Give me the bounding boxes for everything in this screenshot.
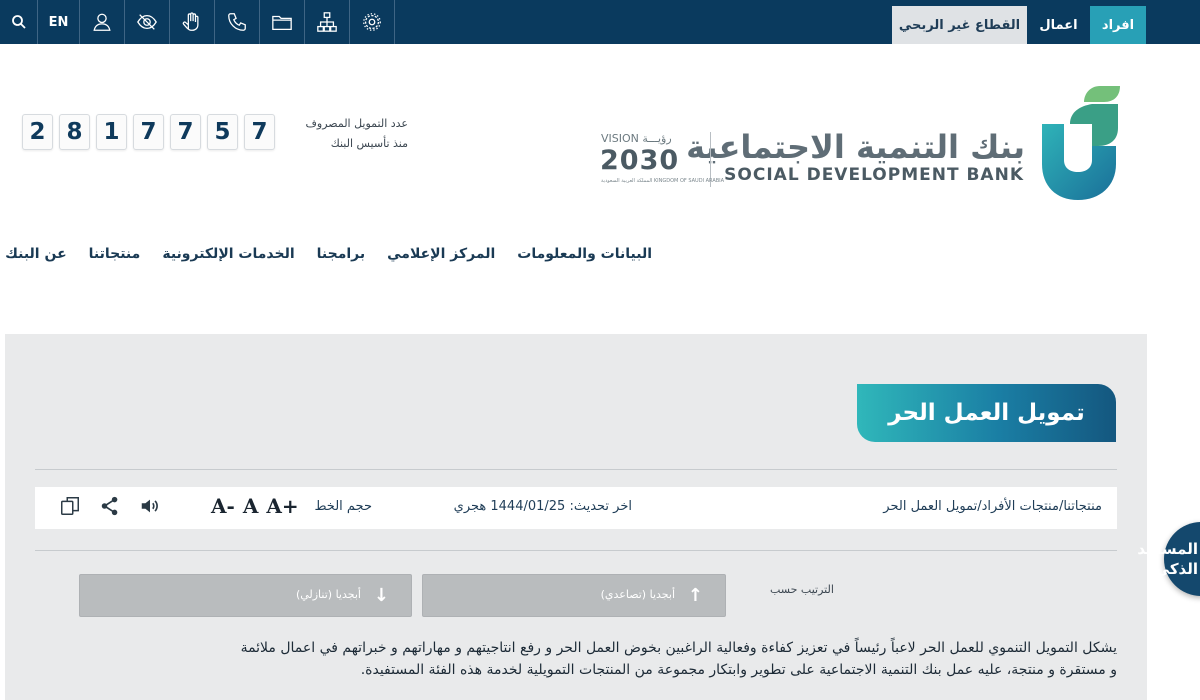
counter-label-line1: عدد التمويل المصروف <box>305 117 408 130</box>
smart-assistant-button[interactable]: المساعد الذكي <box>1137 522 1200 596</box>
divider-bottom <box>35 550 1117 551</box>
page: EN افراد اعمال القطاع غير الربحي بنك الت… <box>0 0 1200 700</box>
assistant-label-line2: الذكي <box>1154 560 1198 578</box>
counter-label-line2: منذ تأسيس البنك <box>330 137 408 150</box>
nav-item-data-info[interactable]: البيانات والمعلومات <box>517 246 652 262</box>
sort-ascending-label: أبجديا (تصاعدي) <box>600 588 675 601</box>
counter-digit: 2 <box>22 114 53 150</box>
listen-button[interactable] <box>139 495 163 519</box>
font-size-label: حجم الخط <box>314 499 372 514</box>
counter-digit: 7 <box>133 114 164 150</box>
paragraph-line: يشكل التمويل التنموي للعمل الحر لاعباً ر… <box>240 640 1117 656</box>
counter-digit: 8 <box>59 114 90 150</box>
sitemap-button[interactable] <box>305 0 350 44</box>
tab-individuals[interactable]: افراد <box>1090 6 1146 44</box>
financing-counter: 2 8 1 7 7 5 7 <box>22 114 275 150</box>
phone-icon <box>228 13 246 31</box>
eye-slash-icon <box>137 14 157 30</box>
font-size-controls: A- A A+ <box>211 494 299 518</box>
bank-name-arabic: بنك التنمية الاجتماعية <box>686 128 1026 166</box>
sign-language-button[interactable] <box>170 0 215 44</box>
vision-subtitle: المملكة العربية السعودية KINGDOM OF SAUD… <box>601 178 725 184</box>
nav-item-e-services[interactable]: الخدمات الإلكترونية <box>162 246 294 262</box>
copy-button[interactable] <box>59 495 83 519</box>
divider-top <box>35 469 1117 470</box>
sign-language-icon <box>182 12 199 31</box>
font-decrease-button[interactable]: A- <box>211 494 235 518</box>
user-icon <box>93 13 111 31</box>
tab-nonprofit[interactable]: القطاع غير الربحي <box>892 6 1027 44</box>
search-icon <box>11 15 26 29</box>
intro-paragraph: يشكل التمويل التنموي للعمل الحر لاعباً ر… <box>35 637 1117 681</box>
counter-digit: 7 <box>244 114 275 150</box>
sort-descending-button[interactable]: ↓ أبجديا (تنازلي) <box>79 574 412 617</box>
vision-2030-logo: VISION رؤيـــة 2030 المملكة العربية السع… <box>597 130 724 190</box>
top-bar: EN افراد اعمال القطاع غير الربحي <box>0 0 1200 44</box>
speaker-icon <box>141 499 158 513</box>
visibility-button[interactable] <box>125 0 170 44</box>
settings-button[interactable] <box>350 0 395 44</box>
sort-ascending-button[interactable]: ↑ أبجديا (تصاعدي) <box>422 574 726 617</box>
breadcrumb[interactable]: منتجاتنا/منتجات الأفراد/تمويل العمل الحر <box>883 499 1102 514</box>
page-toolbar: منتجاتنا/منتجات الأفراد/تمويل العمل الحر… <box>35 487 1117 529</box>
nav-item-programs[interactable]: برامجنا <box>317 246 366 262</box>
content-area: تمويل العمل الحر منتجاتنا/منتجات الأفراد… <box>5 334 1147 700</box>
arrow-down-icon: ↓ <box>373 585 389 606</box>
tab-business[interactable]: اعمال <box>1027 6 1090 44</box>
last-updated: اخر تحديث: 1444/01/25 هجري <box>453 499 632 514</box>
counter-digit: 5 <box>207 114 238 150</box>
assistant-label-line1: المساعد <box>1137 540 1198 558</box>
sort-label: الترتيب حسب <box>770 583 834 596</box>
folder-icon <box>272 15 292 30</box>
page-title: تمويل العمل الحر <box>857 384 1116 442</box>
font-increase-button[interactable]: A+ <box>266 494 298 518</box>
font-reset-button[interactable]: A <box>243 494 259 518</box>
share-button[interactable] <box>99 495 123 519</box>
sort-descending-label: أبجديا (تنازلي) <box>295 588 361 601</box>
copy-icon <box>61 497 79 515</box>
bank-name-english: SOCIAL DEVELOPMENT BANK <box>724 165 1024 185</box>
counter-digit: 7 <box>170 114 201 150</box>
language-toggle[interactable]: EN <box>38 0 80 44</box>
financing-counter-label: عدد التمويل المصروف منذ تأسيس البنك <box>288 114 408 154</box>
vision-year: 2030 <box>600 145 680 176</box>
nav-item-about[interactable]: عن البنك <box>5 246 67 262</box>
login-button[interactable] <box>80 0 125 44</box>
folder-button[interactable] <box>260 0 305 44</box>
vision-title: VISION رؤيـــة <box>601 132 672 145</box>
share-icon <box>101 496 118 516</box>
top-bar-tools: EN <box>0 0 395 44</box>
main-nav: عن البنك منتجاتنا الخدمات الإلكترونية بر… <box>5 246 652 262</box>
paragraph-line: و مستقرة و منتجة، عليه عمل بنك التنمية ا… <box>360 662 1117 678</box>
phone-button[interactable] <box>215 0 260 44</box>
audience-tabs: افراد اعمال القطاع غير الربحي <box>892 6 1146 44</box>
nav-item-products[interactable]: منتجاتنا <box>89 246 141 262</box>
search-button[interactable] <box>0 0 38 44</box>
counter-digit: 1 <box>96 114 127 150</box>
sitemap-icon <box>317 12 337 32</box>
arrow-up-icon: ↑ <box>687 585 703 606</box>
nav-item-media-center[interactable]: المركز الإعلامي <box>387 246 495 262</box>
gear-icon <box>363 13 381 31</box>
bank-logo[interactable] <box>1040 84 1120 202</box>
